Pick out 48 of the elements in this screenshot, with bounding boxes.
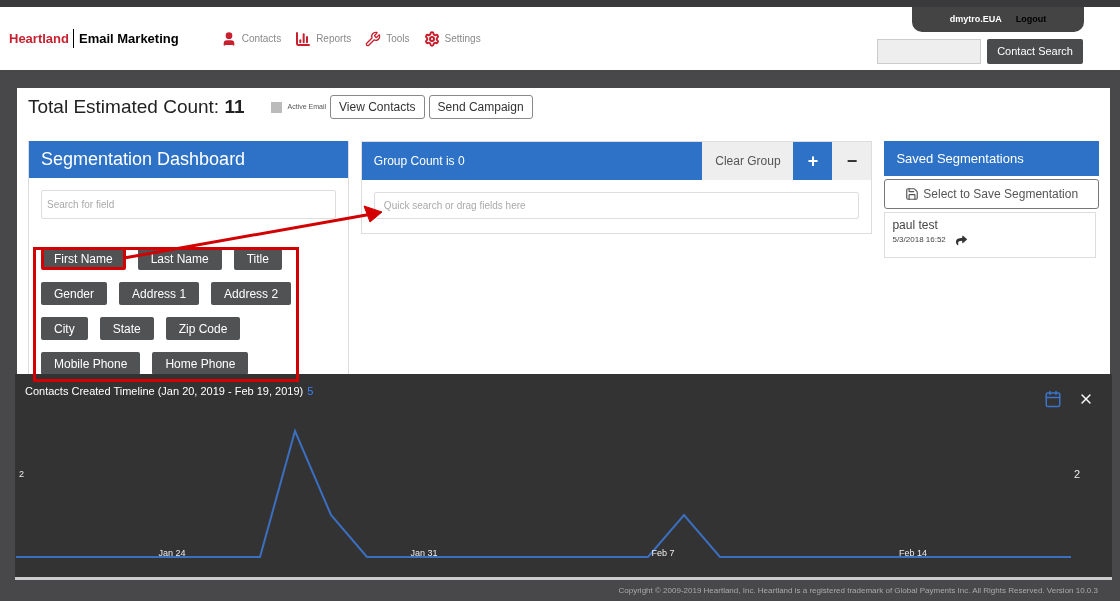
field-chip[interactable]: Gender (41, 282, 108, 305)
timeline-total: 5 (307, 383, 314, 399)
nav-link[interactable]: Contacts (220, 30, 282, 47)
field-chip[interactable]: Address 1 (119, 282, 200, 305)
group-header: Group Count is 0 (361, 142, 703, 180)
axis-label: 2 (1074, 468, 1081, 480)
date-label: Jan 24 (158, 548, 186, 558)
nav-link[interactable]: Tools (365, 30, 410, 47)
count-label: Total Estimated Count: 11 (28, 94, 245, 119)
field-chip[interactable]: Mobile Phone (41, 352, 141, 375)
panel-header: Segmentation Dashboard (29, 141, 348, 179)
toolbar-button[interactable]: View Contacts (330, 95, 425, 119)
date-label: Feb 7 (651, 548, 675, 558)
share-icon[interactable] (955, 234, 967, 246)
field-chip[interactable]: Zip Code (165, 317, 241, 340)
saved-item[interactable]: paul test 5/3/2018 16:52 (884, 212, 1097, 258)
bar-chart-icon (295, 30, 312, 47)
timeline-title: Contacts Created Timeline (Jan 20, 2019 - Feb 19, 2019) (25, 383, 304, 399)
save-icon (905, 187, 920, 201)
product-title: Email Marketing (77, 29, 179, 48)
date-label: Jan 31 (410, 548, 438, 558)
active-email-checkbox[interactable] (270, 101, 282, 113)
contact-search-button[interactable]: Contact Search (987, 39, 1083, 64)
saved-name: paul test (892, 217, 939, 234)
field-chip[interactable]: State (99, 317, 154, 340)
brand-logo: Heartland (9, 28, 74, 49)
field-chip[interactable]: City (41, 317, 88, 340)
nav-link[interactable]: Settings (423, 30, 481, 47)
username: dmytro.EUA (949, 12, 1002, 26)
field-chip[interactable]: Home Phone (152, 352, 249, 375)
axis-label: 2 (19, 469, 24, 479)
nav-link[interactable]: Reports (295, 30, 352, 47)
footer-copyright: Copyright © 2009-2019 Heartland, Inc. Heartland is a registered trademark of Global Payments Inc. All Rights Reserved. Version 10.0.3 (618, 584, 1098, 597)
saved-date: 5/3/2018 16:52 (892, 234, 946, 246)
wrench-icon (365, 30, 382, 47)
panel-header: Saved Segmentations (884, 141, 1099, 176)
save-segmentation-button[interactable]: Select to Save Segmentation (884, 179, 1099, 209)
add-button[interactable]: + (793, 142, 833, 180)
calendar-icon[interactable] (1044, 390, 1062, 408)
field-search[interactable]: Search for field (41, 190, 336, 219)
remove-button[interactable]: − (832, 142, 872, 180)
contact-search-field[interactable] (877, 39, 982, 64)
clear-group-button[interactable]: Clear Group (702, 142, 794, 180)
group-search-field[interactable]: Quick search or drag fields here (373, 192, 860, 219)
date-label: Feb 14 (899, 548, 927, 558)
toolbar-button[interactable]: Send Campaign (428, 95, 533, 119)
gear-icon (423, 30, 440, 47)
field-chip[interactable]: Address 2 (211, 282, 292, 305)
